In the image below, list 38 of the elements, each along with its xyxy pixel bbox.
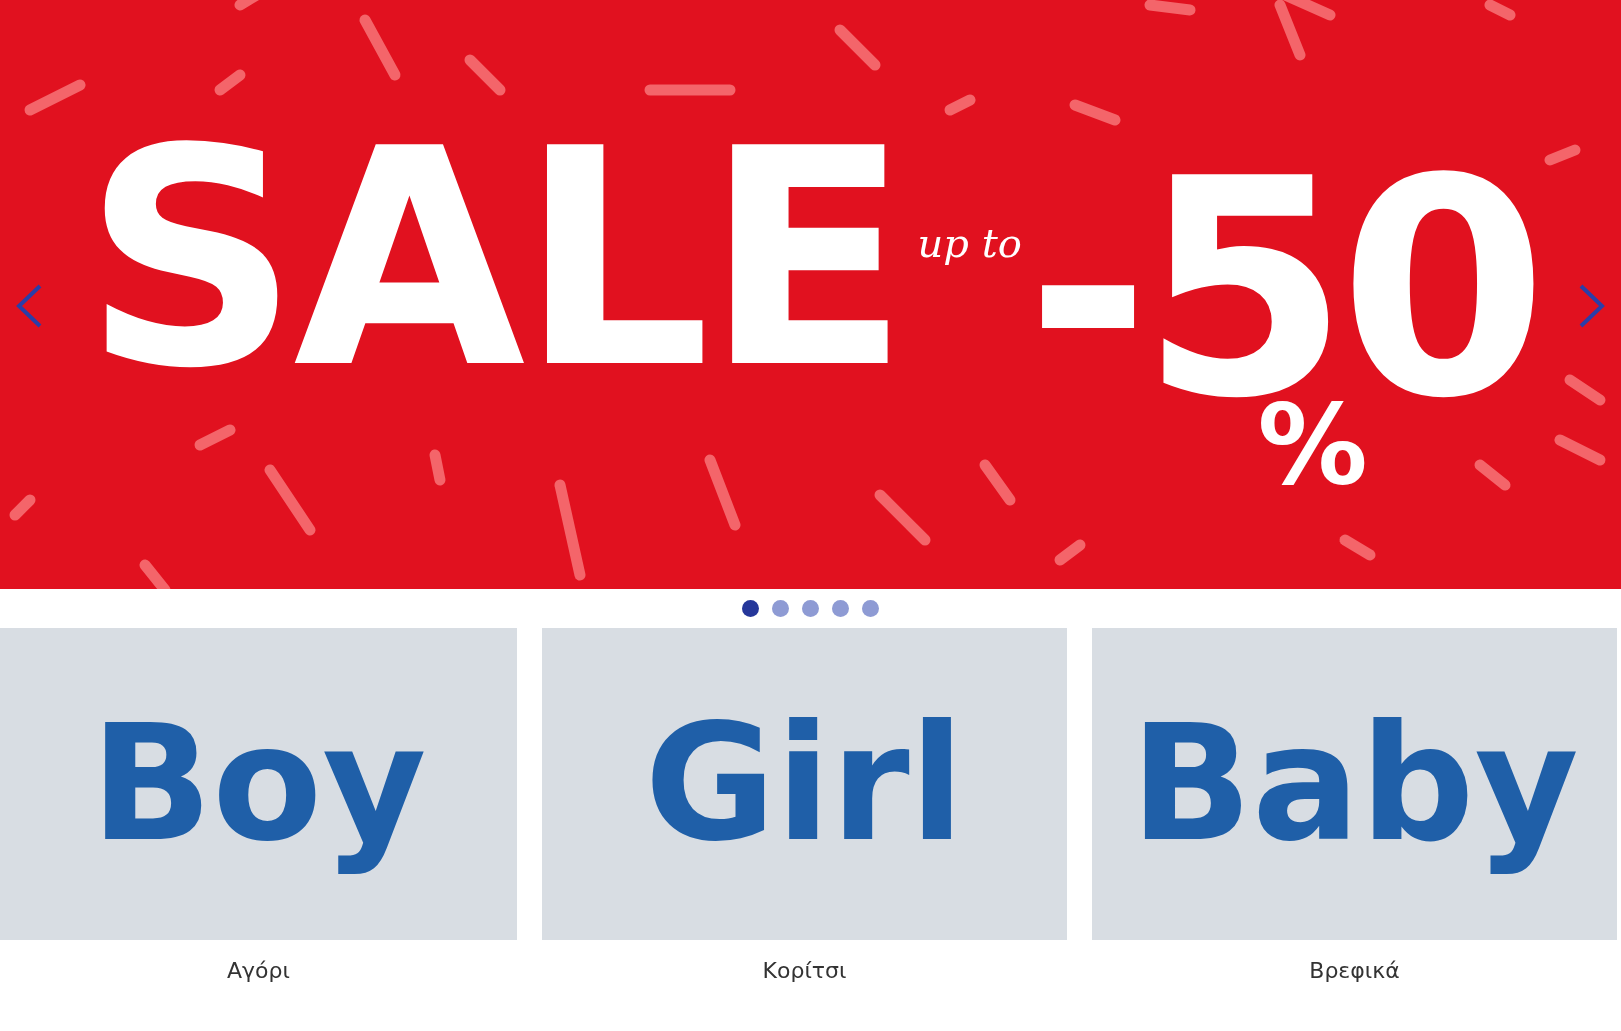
category-tile[interactable]: Baby (1092, 628, 1617, 940)
category-link[interactable]: Αγόρι (227, 958, 290, 983)
confetti-dash (139, 559, 171, 589)
category-tile[interactable]: Girl (542, 628, 1067, 940)
confetti-dash (944, 94, 976, 116)
category-tile[interactable]: Boy (0, 628, 517, 940)
confetti-dash (24, 79, 86, 116)
confetti-dash (834, 24, 881, 71)
confetti-dash (1474, 459, 1511, 491)
carousel-dot[interactable] (802, 600, 819, 617)
confetti-dash (1339, 534, 1376, 561)
confetti-dash (1544, 144, 1581, 166)
confetti-dash (214, 69, 246, 96)
sale-headline: SALE (83, 109, 904, 410)
category-link[interactable]: Βρεφικά (1309, 958, 1400, 983)
confetti-dash (359, 14, 401, 81)
confetti-dash (1554, 434, 1606, 466)
confetti-dash (979, 459, 1016, 506)
confetti-dash (1069, 99, 1121, 126)
carousel-dot[interactable] (742, 600, 759, 617)
confetti-dash (194, 424, 236, 451)
confetti-dash (1144, 0, 1196, 16)
confetti-dash (1484, 0, 1516, 21)
confetti-dash (429, 449, 446, 486)
confetti-dash (1054, 539, 1086, 566)
confetti-dash (9, 494, 36, 521)
confetti-dash (874, 489, 931, 546)
up-to-text: up to (917, 219, 1022, 266)
confetti-dash (464, 54, 506, 96)
category-image-text: Girl (644, 696, 965, 872)
carousel-dot[interactable] (832, 600, 849, 617)
carousel-dot[interactable] (772, 600, 789, 617)
confetti-dash (1564, 374, 1606, 406)
confetti-dash (264, 464, 316, 536)
category-link[interactable]: Κορίτσι (762, 958, 847, 983)
carousel-dot[interactable] (862, 600, 879, 617)
category-image-text: Boy (90, 696, 427, 872)
category-image-text: Baby (1130, 696, 1579, 872)
